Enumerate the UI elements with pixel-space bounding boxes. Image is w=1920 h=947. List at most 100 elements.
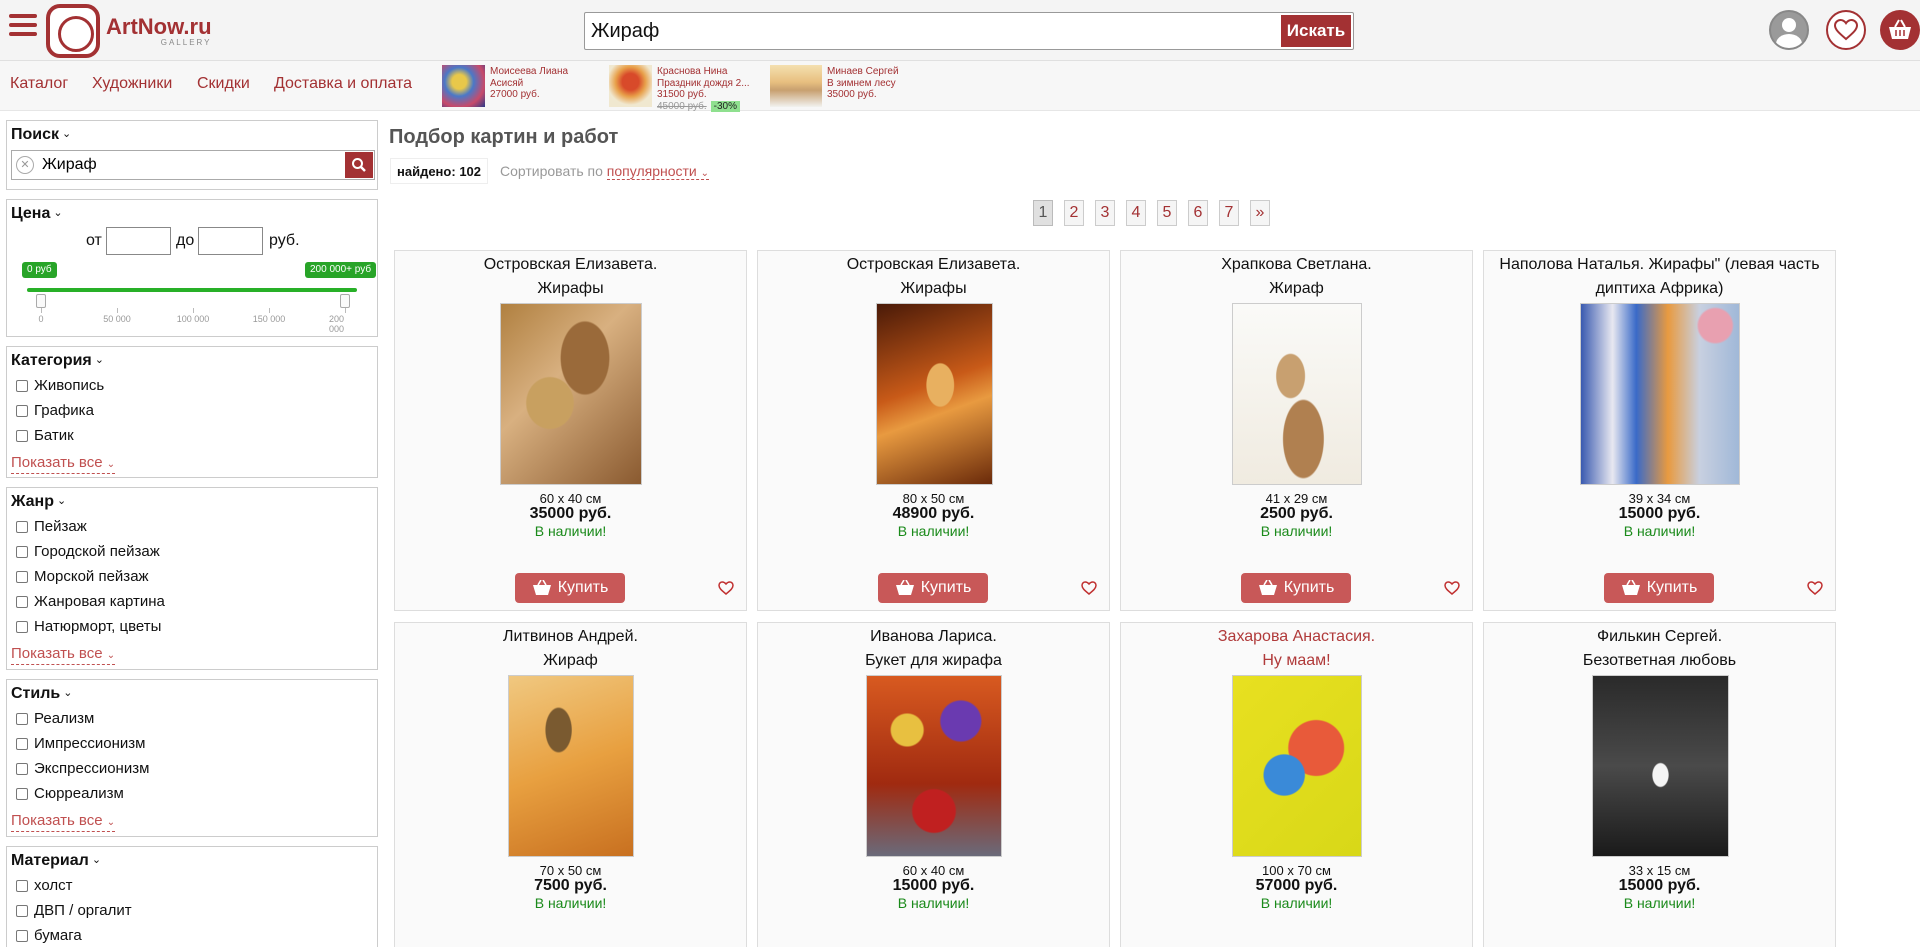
checkbox[interactable] bbox=[16, 404, 28, 417]
product-image[interactable] bbox=[1232, 303, 1362, 485]
buy-button[interactable]: Купить bbox=[1241, 573, 1351, 603]
checkbox[interactable] bbox=[16, 620, 28, 633]
top-search-button[interactable]: Искать bbox=[1281, 15, 1351, 47]
product-image[interactable] bbox=[1580, 303, 1740, 485]
product-author[interactable]: Литвинов Андрей. bbox=[395, 628, 746, 646]
product-author[interactable]: Островская Елизавета. bbox=[395, 256, 746, 274]
buy-button[interactable]: Купить bbox=[1604, 573, 1714, 603]
genre-option[interactable]: Морской пейзаж bbox=[16, 568, 149, 585]
filter-genre-title[interactable]: Жанр ⌄ bbox=[11, 493, 66, 511]
page-2[interactable]: 2 bbox=[1064, 200, 1084, 226]
favorite-heart-icon[interactable] bbox=[1081, 581, 1097, 595]
product-author[interactable]: Филькин Сергей. bbox=[1484, 628, 1835, 646]
checkbox[interactable] bbox=[16, 520, 28, 533]
product-title[interactable]: диптиха Африка) bbox=[1484, 280, 1835, 298]
category-option[interactable]: Батик bbox=[16, 427, 74, 444]
product-author[interactable]: Островская Елизавета. bbox=[758, 256, 1109, 274]
genre-option[interactable]: Жанровая картина bbox=[16, 593, 165, 610]
style-option[interactable]: Импрессионизм bbox=[16, 735, 145, 752]
nav-catalog[interactable]: Каталог bbox=[10, 75, 68, 93]
filter-style-title[interactable]: Стиль ⌄ bbox=[11, 685, 72, 703]
product-image[interactable] bbox=[1592, 675, 1729, 857]
favorite-heart-icon[interactable] bbox=[1807, 581, 1823, 595]
category-show-all[interactable]: Показать все ⌄ bbox=[11, 455, 116, 474]
product-title[interactable]: Жираф bbox=[395, 652, 746, 670]
user-profile-icon[interactable] bbox=[1769, 10, 1809, 50]
site-logo[interactable]: ArtNow.ru GALLERY bbox=[46, 3, 212, 59]
clear-search-icon[interactable]: ✕ bbox=[16, 156, 34, 174]
checkbox[interactable] bbox=[16, 429, 28, 442]
genre-option[interactable]: Натюрморт, цветы bbox=[16, 618, 161, 635]
product-title[interactable]: Жирафы bbox=[395, 280, 746, 298]
product-image[interactable] bbox=[508, 675, 634, 857]
promo-item[interactable]: Минаев Сергей В зимнем лесу 35000 руб. bbox=[770, 65, 899, 107]
category-option[interactable]: Графика bbox=[16, 402, 94, 419]
buy-button[interactable]: Купить bbox=[515, 573, 625, 603]
checkbox[interactable] bbox=[16, 879, 28, 892]
style-option[interactable]: Сюрреализм bbox=[16, 785, 124, 802]
page-next[interactable]: » bbox=[1250, 200, 1270, 226]
product-title[interactable]: Букет для жирафа bbox=[758, 652, 1109, 670]
style-option[interactable]: Экспрессионизм bbox=[16, 760, 149, 777]
material-option[interactable]: холст bbox=[16, 877, 72, 894]
genre-show-all[interactable]: Показать все ⌄ bbox=[11, 646, 116, 665]
product-title[interactable]: Ну маам! bbox=[1121, 652, 1472, 670]
price-slider-max-handle[interactable] bbox=[340, 294, 350, 308]
product-title[interactable]: Жираф bbox=[1121, 280, 1472, 298]
checkbox[interactable] bbox=[16, 737, 28, 750]
cart-basket-icon[interactable] bbox=[1880, 10, 1920, 50]
top-search-input[interactable] bbox=[591, 17, 1281, 45]
genre-option[interactable]: Пейзаж bbox=[16, 518, 87, 535]
filter-search-input[interactable] bbox=[42, 154, 332, 176]
filter-price-title[interactable]: Цена ⌄ bbox=[11, 205, 63, 223]
price-slider-min-handle[interactable] bbox=[36, 294, 46, 308]
promo-item[interactable]: Краснова Нина Праздник дождя 2... 31500 … bbox=[609, 65, 750, 112]
checkbox[interactable] bbox=[16, 379, 28, 392]
product-image[interactable] bbox=[1232, 675, 1362, 857]
nav-delivery[interactable]: Доставка и оплата bbox=[274, 75, 412, 93]
checkbox[interactable] bbox=[16, 570, 28, 583]
favorites-heart-icon[interactable] bbox=[1826, 10, 1866, 50]
material-option[interactable]: бумага bbox=[16, 927, 82, 944]
product-title[interactable]: Жирафы bbox=[758, 280, 1109, 298]
checkbox[interactable] bbox=[16, 929, 28, 942]
genre-option[interactable]: Городской пейзаж bbox=[16, 543, 160, 560]
checkbox[interactable] bbox=[16, 762, 28, 775]
search-icon[interactable] bbox=[345, 152, 373, 178]
checkbox[interactable] bbox=[16, 595, 28, 608]
promo-item[interactable]: Моисеева Лиана Асисяй 27000 руб. bbox=[442, 65, 568, 107]
product-image[interactable] bbox=[500, 303, 642, 485]
checkbox[interactable] bbox=[16, 904, 28, 917]
price-to-input[interactable] bbox=[198, 227, 263, 255]
checkbox[interactable] bbox=[16, 545, 28, 558]
favorite-heart-icon[interactable] bbox=[718, 581, 734, 595]
buy-button[interactable]: Купить bbox=[878, 573, 988, 603]
page-1[interactable]: 1 bbox=[1033, 200, 1053, 226]
material-option[interactable]: ДВП / оргалит bbox=[16, 902, 132, 919]
sort-dropdown[interactable]: популярности ⌄ bbox=[606, 163, 710, 180]
page-3[interactable]: 3 bbox=[1095, 200, 1115, 226]
page-6[interactable]: 6 bbox=[1188, 200, 1208, 226]
style-show-all[interactable]: Показать все ⌄ bbox=[11, 813, 116, 832]
product-author[interactable]: Иванова Лариса. bbox=[758, 628, 1109, 646]
page-7[interactable]: 7 bbox=[1219, 200, 1239, 226]
page-4[interactable]: 4 bbox=[1126, 200, 1146, 226]
nav-artists[interactable]: Художники bbox=[92, 75, 172, 93]
nav-discounts[interactable]: Скидки bbox=[197, 75, 250, 93]
product-author[interactable]: Захарова Анастасия. bbox=[1121, 628, 1472, 646]
filter-search-title[interactable]: Поиск ⌄ bbox=[11, 126, 71, 144]
product-author[interactable]: Наполова Наталья. Жирафы" (левая часть bbox=[1484, 256, 1835, 274]
filter-material-title[interactable]: Материал ⌄ bbox=[11, 852, 101, 870]
menu-icon[interactable] bbox=[9, 14, 37, 38]
checkbox[interactable] bbox=[16, 787, 28, 800]
favorite-heart-icon[interactable] bbox=[1444, 581, 1460, 595]
product-image[interactable] bbox=[866, 675, 1002, 857]
category-option[interactable]: Живопись bbox=[16, 377, 104, 394]
product-author[interactable]: Храпкова Светлана. bbox=[1121, 256, 1472, 274]
product-image[interactable] bbox=[876, 303, 993, 485]
price-slider-track[interactable] bbox=[27, 288, 357, 292]
style-option[interactable]: Реализм bbox=[16, 710, 94, 727]
page-5[interactable]: 5 bbox=[1157, 200, 1177, 226]
product-title[interactable]: Безответная любовь bbox=[1484, 652, 1835, 670]
filter-category-title[interactable]: Категория ⌄ bbox=[11, 352, 104, 370]
